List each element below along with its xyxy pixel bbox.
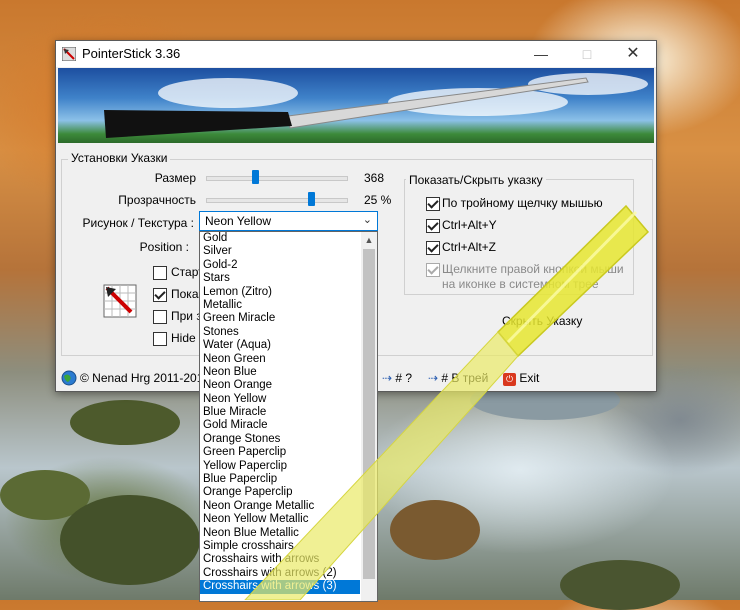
texture-option[interactable]: Orange Paperclip <box>200 486 360 499</box>
tray-click-checkbox[interactable] <box>426 263 440 277</box>
help-link-label: # ? <box>395 371 413 385</box>
crosshair-preview-icon <box>103 284 137 318</box>
to-tray-link-label: # В трей <box>441 371 489 385</box>
wallpaper-rock <box>560 560 680 610</box>
texture-option[interactable]: Orange Stones <box>200 433 360 446</box>
texture-option[interactable]: Stones <box>200 326 360 339</box>
dropdown-scrollbar[interactable]: ▲ <box>361 232 377 601</box>
hide-checkbox[interactable] <box>153 332 167 346</box>
close-button[interactable]: ✕ <box>610 41 656 67</box>
size-label: Размер <box>154 171 196 185</box>
on-start-checkbox[interactable] <box>153 310 167 324</box>
power-icon: ⏻ <box>503 373 516 386</box>
texture-option[interactable]: Neon Blue Metallic <box>200 527 360 540</box>
transparency-slider-thumb[interactable] <box>308 192 315 206</box>
maximize-button[interactable]: □ <box>564 41 610 67</box>
size-value: 368 <box>364 171 385 185</box>
wallpaper-rock <box>70 400 180 445</box>
copyright-link[interactable]: © Nenad Hrg 2011-2018 <box>80 371 210 385</box>
pointer-icon: ⇢ <box>428 371 439 385</box>
texture-option[interactable]: Crosshairs with arrows (3) <box>200 580 360 594</box>
texture-option[interactable]: Stars <box>200 272 360 285</box>
texture-option[interactable]: Gold <box>200 232 360 245</box>
chevron-down-icon[interactable]: ⌄ <box>363 213 372 226</box>
texture-option[interactable]: Neon Blue <box>200 366 360 379</box>
banner-pointer-image <box>104 77 589 138</box>
texture-option[interactable]: Lemon (Zitro) <box>200 286 360 299</box>
header-banner <box>58 68 654 143</box>
app-icon <box>62 47 76 61</box>
transparency-value: 25 % <box>364 193 392 207</box>
tray-click-line1: Щелкните правой кнопкой мыши <box>442 262 624 276</box>
texture-option[interactable]: Yellow Paperclip <box>200 460 360 473</box>
on-start-checkbox-label: При з <box>171 309 202 323</box>
window-title: PointerStick 3.36 <box>82 46 181 61</box>
ctrl-alt-y-checkbox[interactable] <box>426 219 440 233</box>
texture-label: Рисунок / Текстура : <box>82 216 195 230</box>
scroll-up-icon[interactable]: ▲ <box>361 232 377 248</box>
texture-option[interactable]: Water (Aqua) <box>200 339 360 352</box>
texture-option[interactable]: Neon Orange <box>200 379 360 392</box>
scrollbar-thumb[interactable] <box>363 249 375 579</box>
texture-option[interactable]: Silver <box>200 245 360 258</box>
texture-option[interactable]: Metallic <box>200 299 360 312</box>
pointer-settings-legend: Установки Указки <box>68 151 171 165</box>
hide-pointer-button[interactable]: Скрыть Указку <box>502 314 582 328</box>
globe-icon[interactable] <box>61 370 77 386</box>
texture-select[interactable]: Neon Yellow ⌄ <box>199 211 378 231</box>
position-label: Position : <box>139 240 189 254</box>
title-bar[interactable]: PointerStick 3.36 — □ ✕ <box>56 41 656 67</box>
exit-link-label: Exit <box>519 371 540 385</box>
wallpaper-rock <box>60 495 200 585</box>
texture-option[interactable]: Crosshairs with arrows <box>200 553 360 566</box>
show-hide-legend: Показать/Скрыть указку <box>406 173 546 187</box>
help-link[interactable]: ⇢ # ? <box>382 371 412 385</box>
texture-option[interactable]: Neon Yellow Metallic <box>200 513 360 526</box>
texture-option[interactable]: Gold Miracle <box>200 419 360 432</box>
texture-option[interactable]: Green Miracle <box>200 312 360 325</box>
triple-click-label: По тройному щелчку мышью <box>442 196 603 210</box>
texture-option[interactable]: Neon Yellow <box>200 393 360 406</box>
texture-option[interactable]: Crosshairs with arrows (2) <box>200 567 360 580</box>
startup-checkbox[interactable] <box>153 266 167 280</box>
minimize-button[interactable]: — <box>518 41 564 67</box>
texture-select-value: Neon Yellow <box>205 214 272 228</box>
texture-options: Gold Silver Gold-2 Stars Lemon (Zitro) Metall… <box>200 232 360 594</box>
ctrl-alt-y-label: Ctrl+Alt+Y <box>442 218 497 232</box>
ctrl-alt-z-label: Ctrl+Alt+Z <box>442 240 497 254</box>
size-slider-thumb[interactable] <box>252 170 259 184</box>
tray-click-line2: на иконке в системном трее <box>442 277 599 291</box>
exit-link[interactable]: ⏻ Exit <box>503 371 539 386</box>
transparency-label: Прозрачность <box>118 193 196 207</box>
texture-option[interactable]: Simple crosshairs <box>200 540 360 553</box>
texture-option[interactable]: Green Paperclip <box>200 446 360 459</box>
to-tray-link[interactable]: ⇢ # В трей <box>428 371 488 385</box>
ctrl-alt-z-checkbox[interactable] <box>426 241 440 255</box>
pointer-icon: ⇢ <box>382 371 393 385</box>
wallpaper-rock <box>390 500 480 560</box>
show-checkbox[interactable] <box>153 288 167 302</box>
texture-option[interactable]: Blue Paperclip <box>200 473 360 486</box>
texture-option[interactable]: Neon Orange Metallic <box>200 500 360 513</box>
size-slider-track[interactable] <box>206 176 348 181</box>
texture-option[interactable]: Neon Green <box>200 353 360 366</box>
texture-option[interactable]: Gold-2 <box>200 259 360 272</box>
triple-click-checkbox[interactable] <box>426 197 440 211</box>
transparency-slider-track[interactable] <box>206 198 348 203</box>
texture-dropdown-list[interactable]: Gold Silver Gold-2 Stars Lemon (Zitro) Metall… <box>199 231 378 602</box>
texture-option[interactable]: Blue Miracle <box>200 406 360 419</box>
